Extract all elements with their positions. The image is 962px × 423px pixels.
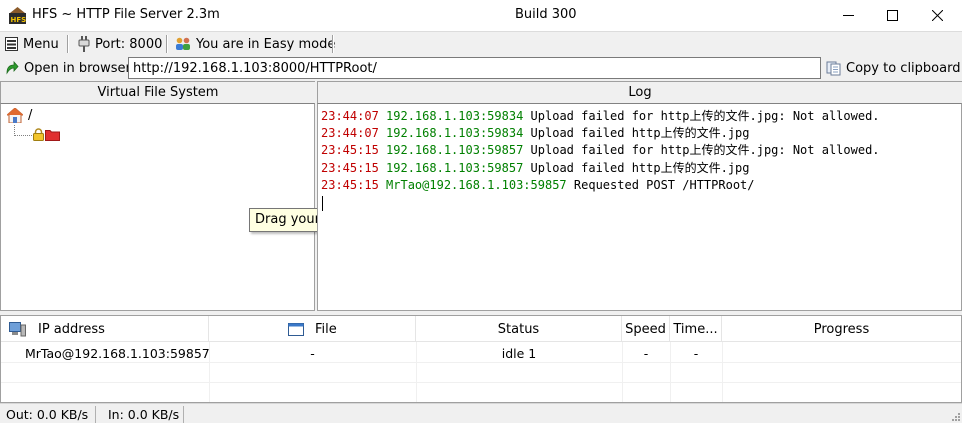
column-file[interactable]: File: [209, 316, 416, 342]
cell-file: -: [310, 345, 315, 361]
connections-table[interactable]: IP address File Status Speed Time... Pro…: [0, 315, 962, 403]
plug-icon: [78, 36, 90, 52]
column-divider: [416, 342, 417, 402]
computer-icon: [9, 321, 26, 336]
log-time: 23:45:15: [321, 160, 379, 175]
cell-time: -: [693, 345, 699, 361]
maximize-button[interactable]: [869, 0, 915, 31]
text-caret: [322, 196, 323, 211]
log-time: 23:44:07: [321, 109, 379, 123]
vfs-header: Virtual File System: [0, 81, 315, 103]
file-window-icon: [288, 322, 304, 336]
minimize-button[interactable]: [825, 0, 871, 31]
log-header: Log: [317, 81, 962, 103]
table-row-empty: [1, 383, 961, 403]
users-icon: [176, 37, 190, 50]
minimize-icon: [842, 15, 854, 16]
green-arrow-icon: [6, 61, 19, 75]
close-button[interactable]: [914, 0, 960, 31]
log-line: 23:45:15 192.168.1.103:59857 Upload fail…: [321, 160, 880, 177]
column-file-label: File: [315, 321, 337, 337]
column-progress[interactable]: Progress: [722, 316, 961, 342]
table-row[interactable]: MrTao@192.168.1.103:59857 - idle 1 - -: [1, 343, 961, 363]
status-bar: Out: 0.0 KB/s In: 0.0 KB/s: [0, 403, 962, 423]
open-in-browser-label: Open in browser: [24, 60, 131, 76]
log-source: MrTao@192.168.1.103:59857: [386, 177, 567, 192]
cell-progress: [722, 343, 961, 363]
toolbar-separator: [332, 35, 334, 53]
mode-button[interactable]: You are in Easy mode: [175, 35, 335, 53]
log-line: 23:45:15 192.168.1.103:59857 Upload fail…: [321, 142, 880, 159]
column-speed[interactable]: Speed: [622, 316, 670, 342]
port-label: Port: 8000: [95, 36, 163, 52]
toolbar: Menu Port: 8000 You are in Easy mode: [0, 31, 962, 55]
log-source: 192.168.1.103:59857: [386, 160, 524, 175]
connections-header: IP address File Status Speed Time... Pro…: [1, 316, 961, 342]
cell-ip: MrTao@192.168.1.103:59857: [25, 345, 210, 361]
tree-root-item[interactable]: /: [7, 108, 32, 123]
vfs-tree[interactable]: /: [0, 103, 315, 311]
log-source: 192.168.1.103:59834: [386, 109, 524, 123]
column-ip-address[interactable]: IP address: [1, 316, 209, 342]
lock-icon: [33, 128, 44, 141]
hfs-app-icon: HFS: [9, 7, 26, 24]
svg-text:HFS: HFS: [11, 16, 27, 24]
log-lines: 23:44:07 192.168.1.103:59834 Upload fail…: [321, 108, 880, 194]
toolbar-separator: [166, 35, 168, 53]
log-message: Upload failed http上传的文件.jpg: [530, 160, 750, 175]
menu-icon: [5, 37, 18, 51]
copy-to-clipboard-label: Copy to clipboard: [846, 60, 961, 76]
copy-to-clipboard-button[interactable]: Copy to clipboard: [826, 59, 960, 77]
build-label: Build 300: [515, 7, 577, 22]
home-icon: [7, 108, 23, 123]
clipboard-icon: [826, 61, 841, 76]
column-status[interactable]: Status: [416, 316, 622, 342]
tree-connector: [14, 125, 32, 136]
open-in-browser-button[interactable]: Open in browser: [5, 59, 131, 77]
log-message: Upload failed for http上传的文件.jpg: Not all…: [530, 143, 880, 158]
log-message: Upload failed for http上传的文件.jpg: Not all…: [530, 109, 880, 123]
log-time: 23:45:15: [321, 143, 379, 158]
tree-root-label: /: [28, 108, 33, 123]
port-button[interactable]: Port: 8000: [78, 35, 162, 53]
folder-icon: [45, 129, 60, 141]
menu-button[interactable]: Menu: [5, 35, 59, 53]
resize-grip-icon[interactable]: [950, 411, 960, 421]
log-source: 192.168.1.103:59834: [386, 126, 524, 141]
column-divider: [722, 342, 723, 402]
title-bar[interactable]: HFS HFS ~ HTTP File Server 2.3m Build 30…: [0, 0, 962, 31]
in-speed: In: 0.0 KB/s: [102, 406, 184, 423]
column-ip-label: IP address: [38, 321, 105, 337]
log-line: 23:45:15 MrTao@192.168.1.103:59857 Reque…: [321, 177, 880, 194]
log-time: 23:45:15: [321, 177, 379, 192]
tree-child-item[interactable]: [33, 128, 60, 141]
cell-status: idle 1: [501, 345, 537, 361]
toolbar-separator: [67, 35, 69, 53]
log-line: 23:44:07 192.168.1.103:59834 Upload fail…: [321, 108, 880, 125]
log-message: Upload failed http上传的文件.jpg: [530, 126, 750, 141]
column-divider: [622, 342, 623, 402]
log-message: Requested POST /HTTPRoot/: [573, 177, 755, 192]
mode-label: You are in Easy mode: [196, 36, 336, 52]
column-divider: [670, 342, 671, 402]
menu-label: Menu: [23, 36, 59, 52]
column-divider: [209, 342, 210, 402]
close-icon: [931, 10, 943, 21]
table-row-empty: [1, 363, 961, 383]
log-view[interactable]: 23:44:07 192.168.1.103:59834 Upload fail…: [317, 103, 962, 311]
log-time: 23:44:07: [321, 126, 379, 141]
url-field[interactable]: [128, 57, 821, 79]
url-bar: Open in browser Copy to clipboard: [0, 55, 962, 81]
log-source: 192.168.1.103:59857: [386, 143, 524, 158]
column-time[interactable]: Time...: [670, 316, 722, 342]
maximize-icon: [886, 10, 898, 21]
cell-speed: -: [643, 345, 649, 361]
window-title: HFS ~ HTTP File Server 2.3m: [32, 7, 220, 22]
out-speed: Out: 0.0 KB/s: [0, 406, 96, 423]
log-line: 23:44:07 192.168.1.103:59834 Upload fail…: [321, 125, 880, 142]
